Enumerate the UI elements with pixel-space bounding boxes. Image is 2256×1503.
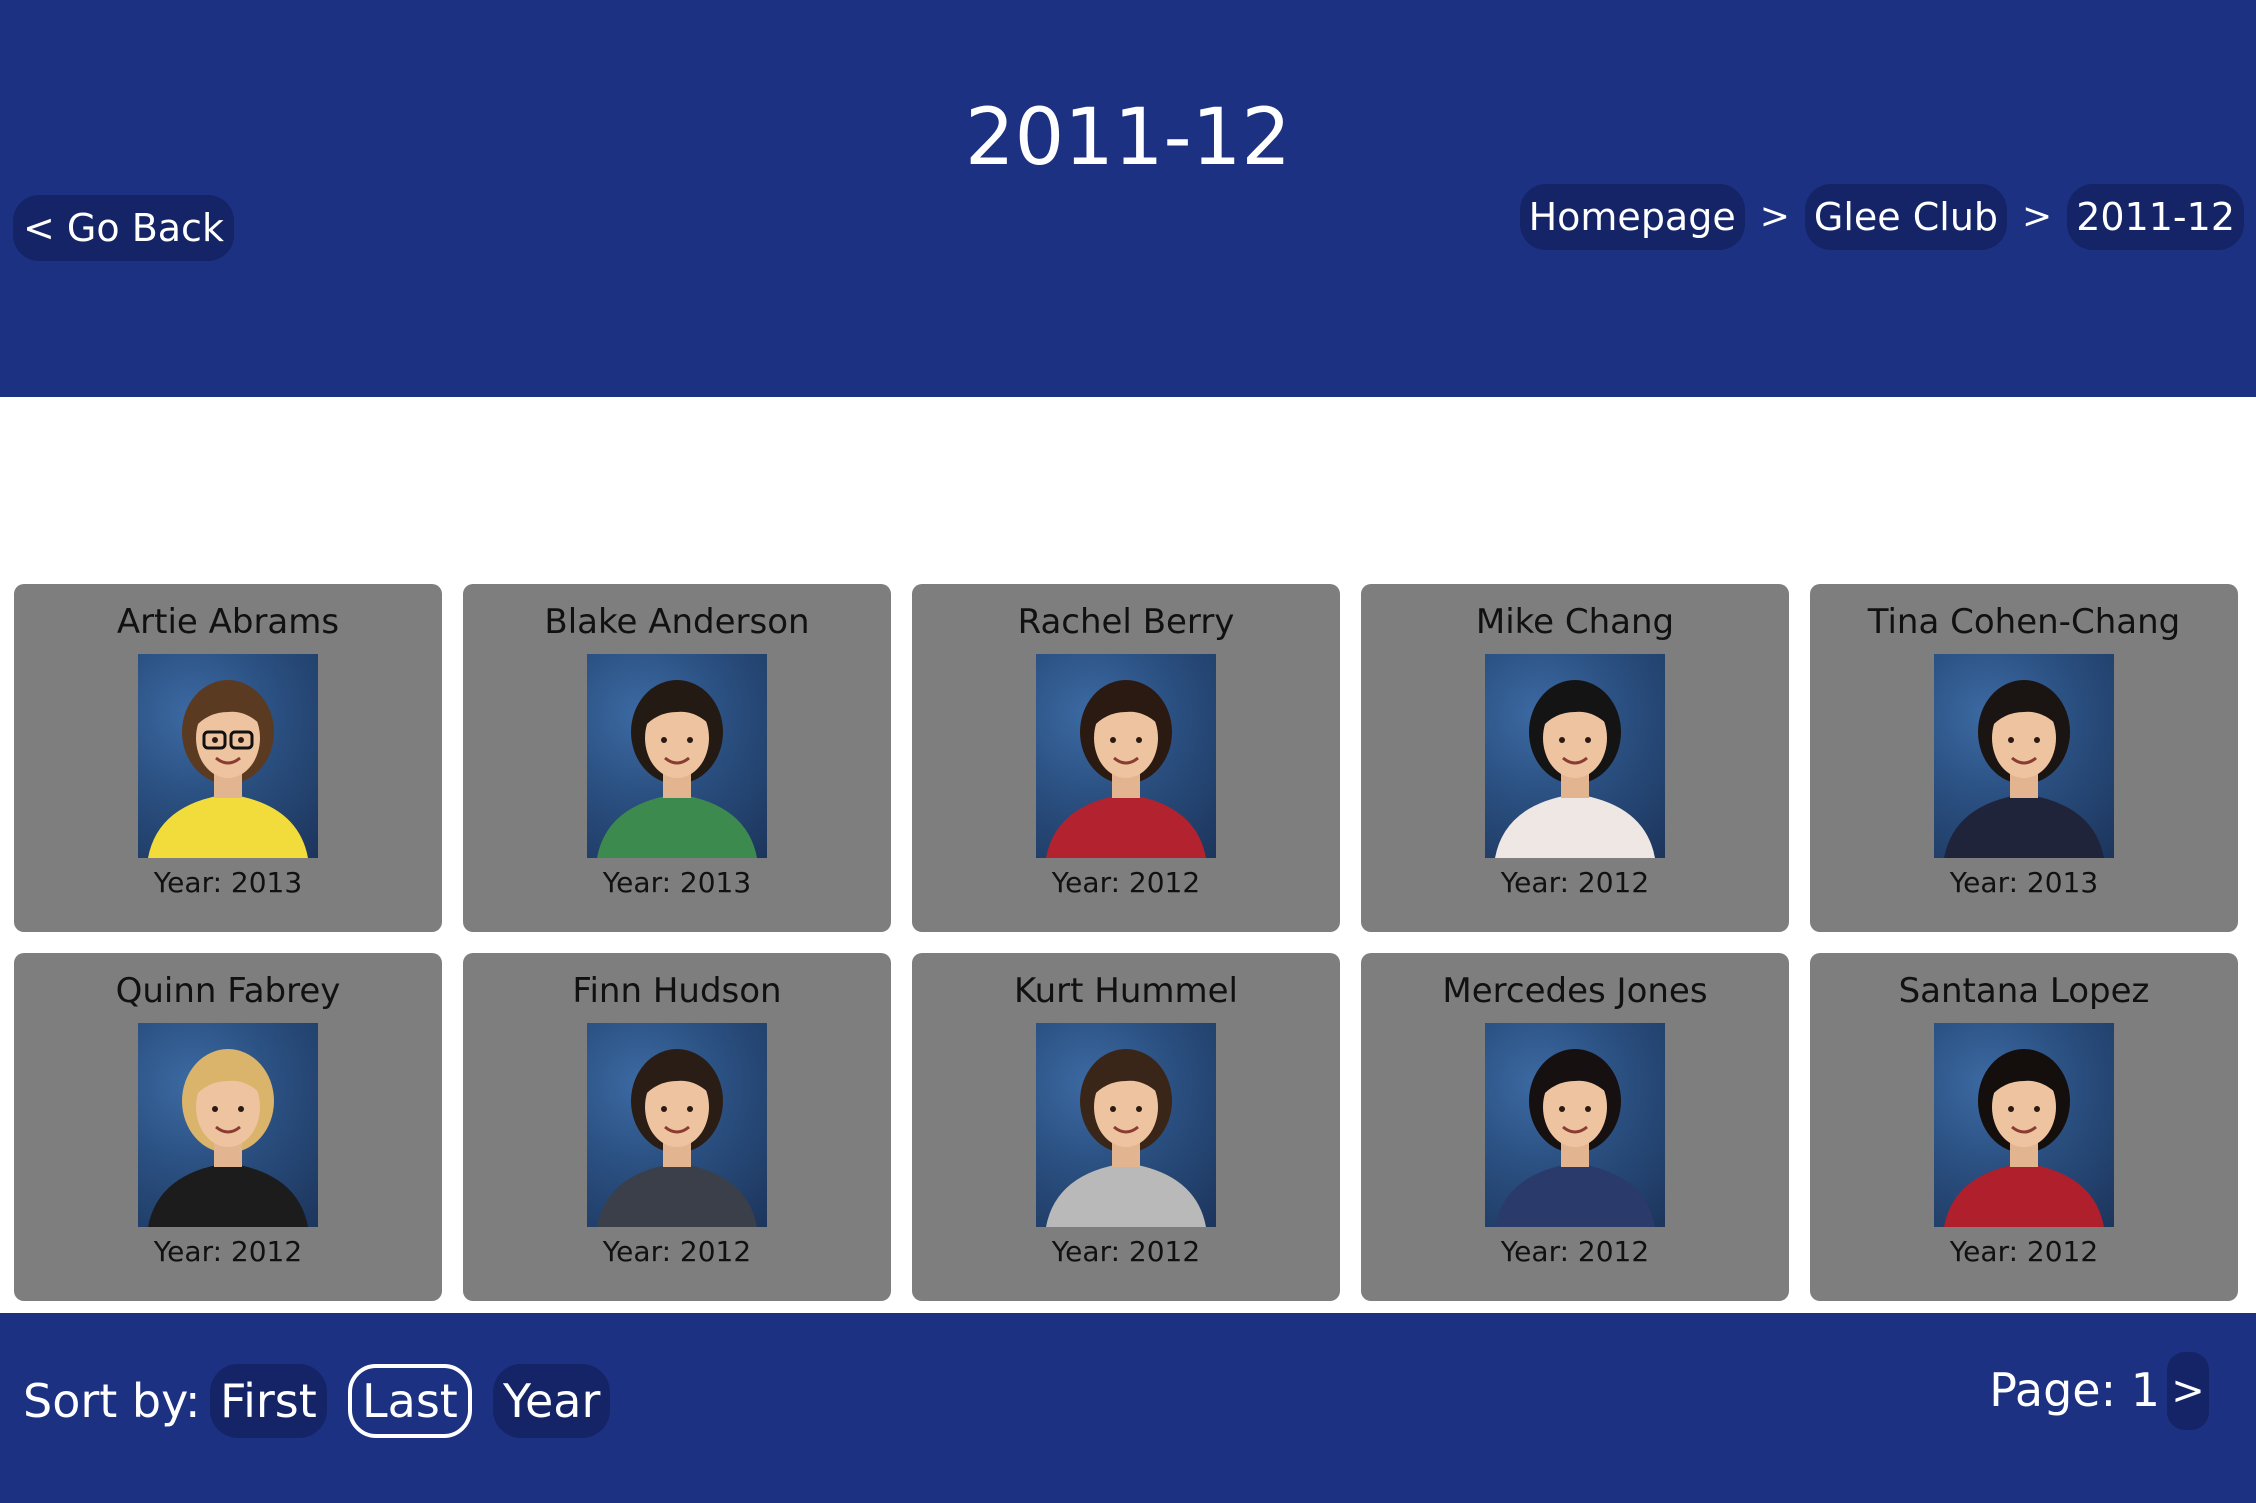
sort-last-button[interactable]: Last [348,1364,472,1438]
member-photo [1485,1023,1665,1227]
member-name: Rachel Berry [1017,602,1235,642]
member-card[interactable]: Finn Hudson Year: 2012 [463,953,891,1301]
member-year: Year: 2013 [1949,866,2099,899]
portrait-shirt [1046,794,1206,858]
portrait-shirt [597,794,757,858]
member-card[interactable]: Mike Chang Year: 2012 [1361,584,1789,932]
go-back-button[interactable]: < Go Back [13,195,234,261]
portrait-eye [661,737,667,743]
portrait-graphic [1495,680,1655,858]
portrait-eye [1110,1106,1116,1112]
member-name: Artie Abrams [116,602,340,642]
portrait-graphic [1495,1049,1655,1227]
member-name: Quinn Fabrey [115,971,341,1011]
sort-first-button[interactable]: First [210,1364,327,1438]
member-photo [138,1023,318,1227]
member-name: Blake Anderson [544,602,810,642]
portrait-eye [2008,737,2014,743]
member-photo [587,1023,767,1227]
portrait-eye [661,1106,667,1112]
portrait-eye [238,1106,244,1112]
portrait-graphic [597,680,757,858]
member-year: Year: 2012 [1051,1235,1201,1268]
portrait-eye [2008,1106,2014,1112]
page-title: 2011-12 [965,93,1291,183]
portrait-graphic [597,1049,757,1227]
breadcrumb-separator: > [2022,196,2053,237]
portrait-graphic [1046,680,1206,858]
member-photo [1934,1023,2114,1227]
portrait-graphic [1046,1049,1206,1227]
portrait-shirt [148,1163,308,1227]
member-photo [1036,654,1216,858]
sort-label: Sort by: [23,1374,201,1428]
member-name: Mercedes Jones [1442,971,1708,1011]
member-name: Tina Cohen-Chang [1867,602,2181,642]
portrait-shirt [1495,1163,1655,1227]
member-photo [138,654,318,858]
portrait-eye [1559,1106,1565,1112]
member-year: Year: 2012 [602,1235,752,1268]
member-year: Year: 2013 [153,866,303,899]
sort-year-button[interactable]: Year [493,1364,611,1438]
portrait-shirt [148,794,308,858]
portrait-shirt [1046,1163,1206,1227]
member-year: Year: 2012 [1051,866,1201,899]
member-card[interactable]: Quinn Fabrey Year: 2012 [14,953,442,1301]
portrait-shirt [1944,794,2104,858]
member-year: Year: 2013 [602,866,752,899]
breadcrumb-homepage[interactable]: Homepage [1519,184,1745,250]
portrait-eye [1110,737,1116,743]
portrait-eye [687,1106,693,1112]
member-photo [587,654,767,858]
member-year: Year: 2012 [1500,866,1650,899]
member-year: Year: 2012 [1949,1235,2099,1268]
member-name: Kurt Hummel [1014,971,1238,1011]
portrait-eye [1585,737,1591,743]
portrait-eye [212,737,218,743]
member-year: Year: 2012 [1500,1235,1650,1268]
portrait-eye [1585,1106,1591,1112]
portrait-eye [238,737,244,743]
member-name: Finn Hudson [572,971,782,1011]
breadcrumb-separator: > [1759,196,1790,237]
header: 2011-12 < Go Back Homepage > Glee Club >… [0,0,2256,397]
portrait-eye [212,1106,218,1112]
page: 2011-12 < Go Back Homepage > Glee Club >… [0,0,2256,1503]
portrait-graphic [1944,680,2104,858]
portrait-shirt [597,1163,757,1227]
breadcrumb-glee-club[interactable]: Glee Club [1804,184,2008,250]
member-photo [1485,654,1665,858]
portrait-graphic [1944,1049,2104,1227]
member-card[interactable]: Artie Abrams Year: 2013 [14,584,442,932]
portrait-eye [1136,737,1142,743]
member-card[interactable]: Tina Cohen-Chang Year: 2013 [1810,584,2238,932]
member-name: Santana Lopez [1898,971,2150,1011]
portrait-graphic [148,680,308,858]
page-indicator: Page: 1 [1989,1363,2160,1417]
member-card[interactable]: Rachel Berry Year: 2012 [912,584,1340,932]
portrait-graphic [148,1049,308,1227]
portrait-eye [687,737,693,743]
member-name: Mike Chang [1475,602,1675,642]
portrait-eye [1136,1106,1142,1112]
member-card[interactable]: Kurt Hummel Year: 2012 [912,953,1340,1301]
member-year: Year: 2012 [153,1235,303,1268]
portrait-shirt [1944,1163,2104,1227]
member-card[interactable]: Blake Anderson Year: 2013 [463,584,891,932]
portrait-shirt [1495,794,1655,858]
member-photo [1934,654,2114,858]
member-card[interactable]: Santana Lopez Year: 2012 [1810,953,2238,1301]
portrait-eye [1559,737,1565,743]
member-photo [1036,1023,1216,1227]
member-card[interactable]: Mercedes Jones Year: 2012 [1361,953,1789,1301]
portrait-eye [2034,1106,2040,1112]
next-page-button[interactable]: > [2167,1352,2209,1430]
breadcrumb: Homepage > Glee Club > 2011-12 [1519,184,2244,250]
member-grid: Artie Abrams Year: 2013 Blake Anderson Y… [14,584,2238,1301]
footer [0,1313,2256,1503]
portrait-eye [2034,737,2040,743]
breadcrumb-current[interactable]: 2011-12 [2067,184,2244,250]
